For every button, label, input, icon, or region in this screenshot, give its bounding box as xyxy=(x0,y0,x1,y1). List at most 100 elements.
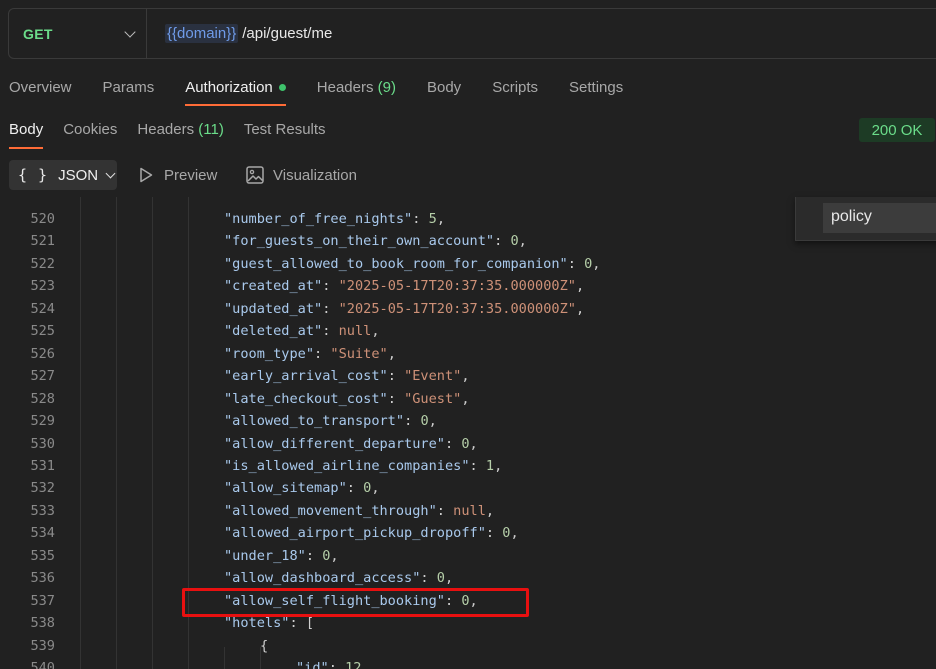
line-number: 535 xyxy=(30,547,55,564)
json-punct: , xyxy=(494,457,503,474)
format-select[interactable]: { } JSON xyxy=(9,160,117,190)
code-text: "room_type": "Suite", xyxy=(224,345,396,362)
json-punct: , xyxy=(575,300,585,317)
json-punct: , xyxy=(436,211,445,227)
code-text: "deleted_at": null, xyxy=(224,323,380,340)
json-key: "for_guests_on_their_own_account" xyxy=(224,233,495,250)
json-key: "room_type" xyxy=(224,345,315,362)
tab-body[interactable]: Body xyxy=(427,70,461,106)
tab-label: Overview xyxy=(9,79,72,96)
json-punct: , xyxy=(469,435,478,452)
line-number: 521 xyxy=(30,233,55,250)
tab-label: Params xyxy=(102,79,155,96)
tab-label: Test Results xyxy=(243,121,326,138)
json-value: "2025-05-17T20:37:35.000000Z" xyxy=(338,300,576,317)
code-line: 533 "allowed_movement_through": null, xyxy=(0,500,936,523)
json-punct: , xyxy=(510,525,519,542)
play-icon xyxy=(140,167,153,183)
code-line: 524 "updated_at": "2025-05-17T20:37:35.00… xyxy=(0,298,936,321)
url-bar: GET {{domain}} /api/guest/me xyxy=(8,8,936,59)
code-line: 539 { xyxy=(0,635,936,658)
tab-overview[interactable]: Overview xyxy=(9,70,72,106)
json-value: "2025-05-17T20:37:35.000000Z" xyxy=(338,278,576,295)
tab-label: Headers xyxy=(137,121,195,138)
code-text: "updated_at": "2025-05-17T20:37:35.00000… xyxy=(224,300,585,317)
chevron-down-icon xyxy=(105,168,116,178)
line-number: 526 xyxy=(30,345,55,362)
code-text: { xyxy=(260,635,268,658)
json-punct: , xyxy=(461,368,470,385)
response-tab-headers[interactable]: Headers (11) xyxy=(137,113,223,149)
json-value: 0 xyxy=(436,570,445,587)
chevron-down-icon xyxy=(124,25,136,38)
json-value: 0 xyxy=(420,413,429,430)
json-key: "guest_allowed_to_book_room_for_companio… xyxy=(224,255,568,272)
json-value: [ xyxy=(305,615,315,632)
autocomplete-item[interactable]: policy xyxy=(823,203,936,233)
code-text: "allowed_to_transport": 0, xyxy=(224,413,437,430)
tab-scripts[interactable]: Scripts xyxy=(492,70,538,106)
code-line: 529 "allowed_to_transport": 0, xyxy=(0,410,936,433)
tab-headers[interactable]: Headers (9) xyxy=(317,70,396,106)
visualization-label: Visualization xyxy=(273,166,357,184)
response-tab-cookies[interactable]: Cookies xyxy=(63,113,117,149)
tab-label: Body xyxy=(9,121,44,138)
visualization-button[interactable]: Visualization xyxy=(246,160,357,190)
json-key: "allowed_movement_through" xyxy=(224,502,437,519)
json-punct: , xyxy=(461,390,470,407)
code-line: 530 "allow_different_departure": 0, xyxy=(0,433,936,456)
code-text: "created_at": "2025-05-17T20:37:35.00000… xyxy=(224,278,585,295)
line-number: 531 xyxy=(30,457,55,474)
line-number: 540 xyxy=(30,660,55,669)
line-number: 529 xyxy=(30,413,55,430)
headers-count: (9) xyxy=(377,79,396,96)
json-value: 0 xyxy=(510,233,519,250)
json-punct: , xyxy=(428,413,437,430)
json-value: null xyxy=(338,323,372,340)
line-number: 537 xyxy=(30,592,55,609)
method-select[interactable]: GET xyxy=(9,9,147,58)
line-number: 536 xyxy=(30,570,55,587)
url-input[interactable]: {{domain}} /api/guest/me xyxy=(165,24,332,43)
url-variable[interactable]: {{domain}} xyxy=(165,24,239,43)
json-value: 5 xyxy=(428,211,437,227)
tab-settings[interactable]: Settings xyxy=(569,70,623,106)
code-line: 535 "under_18": 0, xyxy=(0,545,936,568)
braces-icon: { } xyxy=(18,166,49,184)
status-badge[interactable]: 200 OK xyxy=(859,118,935,142)
code-text: "guest_allowed_to_book_room_for_companio… xyxy=(224,255,601,272)
format-label: JSON xyxy=(58,166,99,184)
line-number: 533 xyxy=(30,502,55,519)
code-text: "allowed_movement_through": null, xyxy=(224,502,495,519)
code-line: 528 "late_checkout_cost": "Guest", xyxy=(0,388,936,411)
json-value: null xyxy=(453,502,486,519)
line-number: 534 xyxy=(30,525,55,542)
json-punct: , xyxy=(592,255,601,272)
tab-label: Settings xyxy=(569,79,624,96)
code-line: 536 "allow_dashboard_access": 0, xyxy=(0,567,936,590)
tab-label: Body xyxy=(426,79,462,96)
json-key: "allow_dashboard_access" xyxy=(224,570,421,587)
preview-label: Preview xyxy=(164,166,218,184)
line-number: 538 xyxy=(30,615,55,632)
code-text: "early_arrival_cost": "Event", xyxy=(224,368,470,385)
json-key: "deleted_at" xyxy=(224,323,323,340)
json-punct: , xyxy=(361,660,370,669)
tab-params[interactable]: Params xyxy=(103,70,155,106)
code-line: 526 "room_type": "Suite", xyxy=(0,343,936,366)
response-tab-body[interactable]: Body xyxy=(9,113,44,149)
json-value: "Guest" xyxy=(404,390,462,407)
json-punct: , xyxy=(485,502,495,519)
json-key: "early_arrival_cost" xyxy=(224,368,388,385)
code-text: "is_allowed_airline_companies": 1, xyxy=(224,457,503,474)
json-value: "Suite" xyxy=(330,345,388,362)
json-punct: , xyxy=(330,547,339,564)
tab-authorization[interactable]: Authorization xyxy=(185,70,286,106)
code-text: "allowed_airport_pickup_dropoff": 0, xyxy=(224,525,519,542)
code-text: "for_guests_on_their_own_account": 0, xyxy=(224,233,527,250)
json-key: "hotels" xyxy=(224,615,290,632)
response-tab-test-results[interactable]: Test Results xyxy=(244,113,326,149)
json-key: "allowed_to_transport" xyxy=(224,413,405,430)
preview-button[interactable]: Preview xyxy=(139,160,217,190)
json-key: "id" xyxy=(296,660,329,669)
